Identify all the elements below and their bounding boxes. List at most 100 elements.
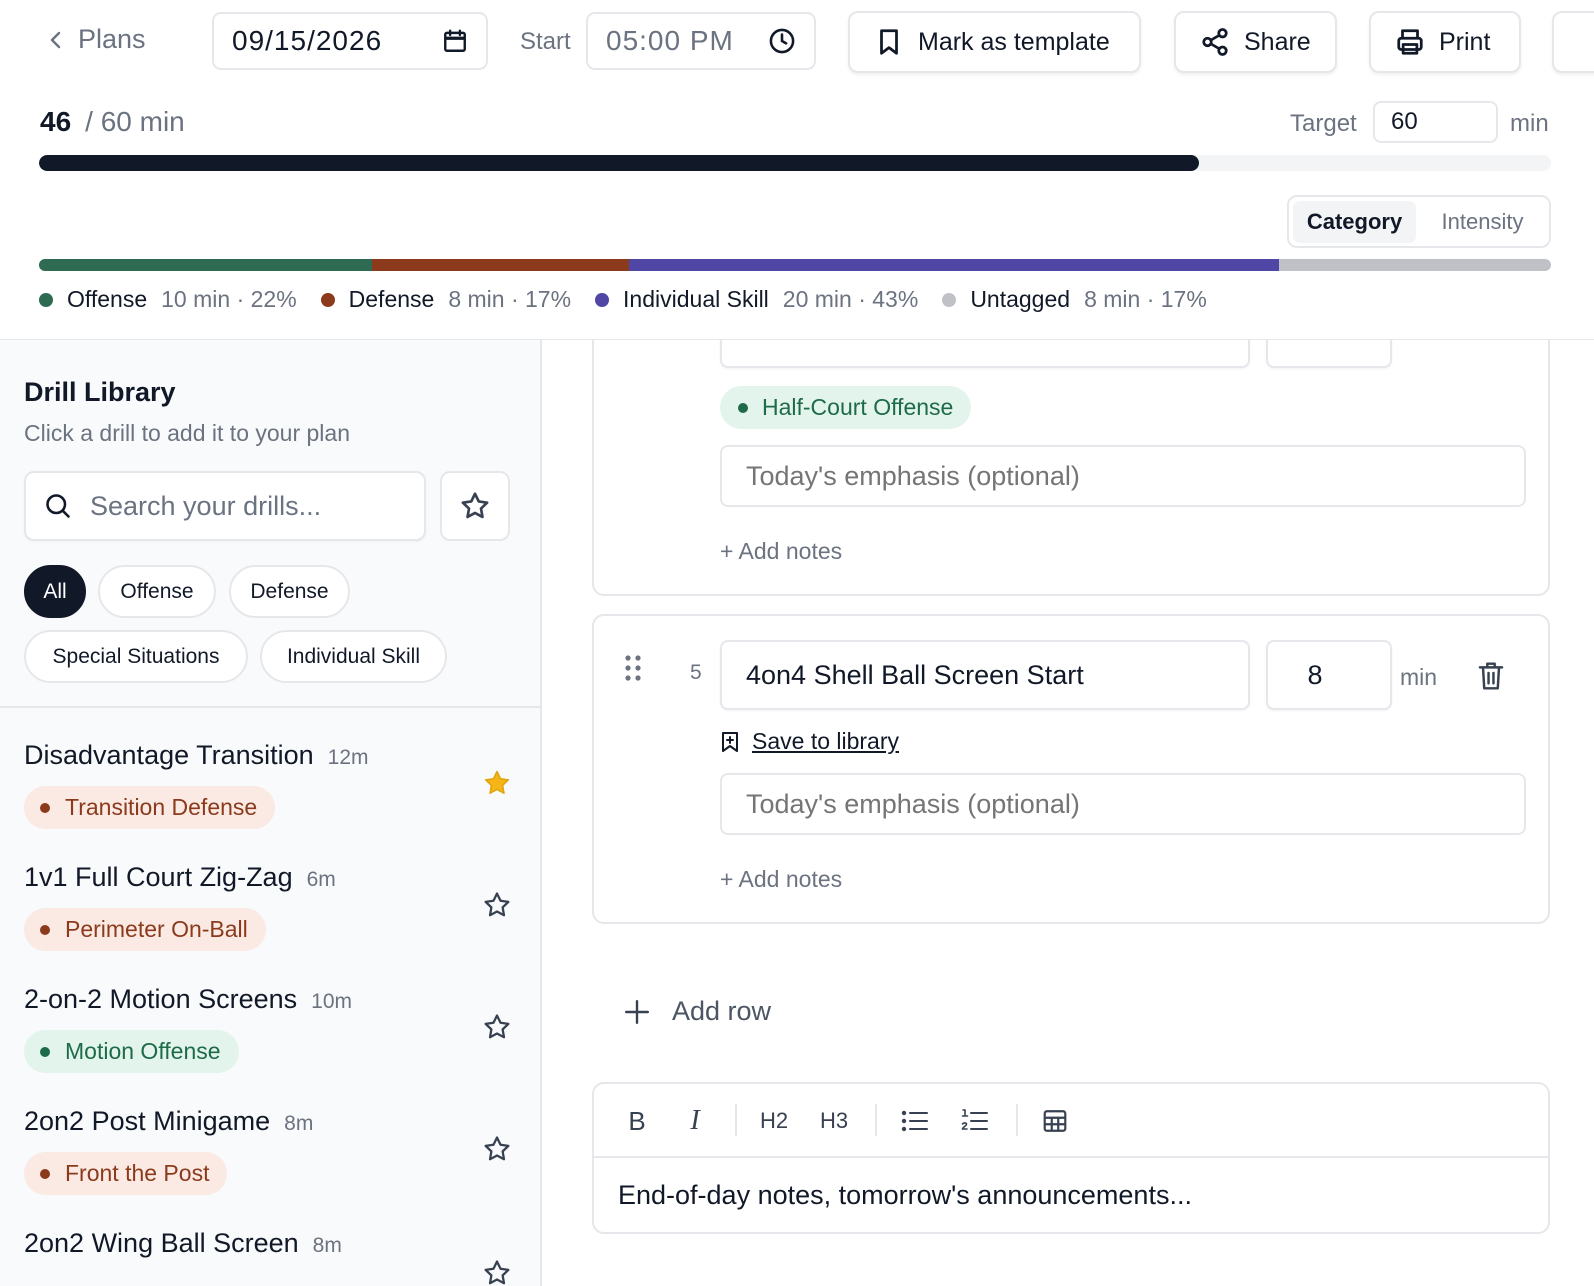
add-notes-link[interactable]: + Add notes	[720, 538, 842, 565]
legend-category-name: Defense	[348, 286, 435, 312]
plus-icon	[624, 999, 650, 1024]
top-bar: Plans 09/15/2026 Start 05:00 PM Mark as …	[0, 0, 1594, 84]
share-icon	[1202, 28, 1228, 56]
favorites-filter-button[interactable]	[440, 471, 510, 541]
heading-3-button[interactable]: H3	[818, 1104, 850, 1138]
drill-list-item[interactable]: Disadvantage Transition 12m Transition De…	[24, 740, 524, 850]
category-legend: Offense 10 min · 22% Defense 8 min · 17% Ind…	[39, 286, 1231, 313]
tag-dot	[40, 1046, 50, 1057]
plan-row-card: Half-Court Offense + Add notes	[592, 340, 1550, 596]
drill-tag-label: Transition Defense	[65, 794, 258, 820]
view-intensity-tab[interactable]: Intensity	[1420, 201, 1545, 243]
category-segment	[628, 259, 1279, 271]
drill-name-field[interactable]: 4on4 Shell Ball Screen Start	[720, 640, 1250, 710]
drill-name-field[interactable]	[720, 340, 1250, 368]
editor-toolbar: B I H2 H3	[594, 1084, 1548, 1158]
legend-category-detail: 8 min · 17%	[1084, 286, 1207, 312]
filter-chip-individual-skill[interactable]: Individual Skill	[260, 630, 447, 683]
legend-item: Defense 8 min · 17%	[320, 286, 571, 313]
heading-3-label: H3	[819, 1108, 849, 1133]
heading-2-label: H2	[759, 1108, 789, 1133]
star-outline-icon[interactable]	[482, 1134, 512, 1164]
current-minutes: 46	[40, 106, 72, 137]
drill-category-label: Half-Court Offense	[762, 394, 954, 420]
minutes-unit-label: min	[1400, 664, 1438, 690]
drill-list-item[interactable]: 1v1 Full Court Zig-Zag 6m Perimeter On-Ba…	[24, 862, 524, 972]
print-label: Print	[1439, 27, 1491, 56]
drill-minutes-value: 8	[1307, 659, 1323, 690]
filter-chip-offense[interactable]: Offense	[98, 565, 216, 618]
emphasis-input[interactable]	[720, 773, 1526, 835]
drag-handle-icon[interactable]	[624, 654, 642, 682]
add-row-button[interactable]: Add row	[624, 996, 771, 1027]
star-outline-icon	[461, 492, 489, 519]
drill-minutes-field[interactable]	[1266, 340, 1392, 368]
drill-name: 2on2 Post Minigame 8m	[24, 1106, 313, 1137]
insert-table-button[interactable]	[1040, 1104, 1070, 1138]
save-to-library-link[interactable]: Save to library	[720, 728, 899, 755]
calendar-icon[interactable]	[442, 28, 468, 54]
time-progress-fill	[39, 155, 1199, 171]
filter-chip-defense[interactable]: Defense	[229, 565, 350, 618]
tag-dot	[40, 802, 50, 813]
drill-duration: 12m	[327, 746, 369, 769]
more-button[interactable]	[1552, 11, 1594, 73]
trash-icon[interactable]	[1476, 660, 1506, 692]
star-filled-icon[interactable]	[482, 768, 512, 798]
drill-duration: 8m	[284, 1112, 314, 1135]
bookmark-plus-icon	[722, 731, 738, 752]
row-number: 5	[690, 661, 702, 684]
mark-as-template-label: Mark as template	[918, 27, 1110, 56]
legend-category-detail: 20 min · 43%	[782, 286, 919, 312]
drill-tag: Motion Offense	[24, 1030, 239, 1073]
editor-placeholder-text[interactable]: End-of-day notes, tomorrow's announcemen…	[618, 1180, 1192, 1211]
back-to-plans-link[interactable]: Plans	[44, 24, 146, 55]
star-outline-icon[interactable]	[482, 1258, 512, 1286]
drill-tag: Front the Post	[24, 1152, 228, 1195]
category-breakdown-bar	[39, 259, 1551, 271]
save-to-library-label: Save to library	[752, 728, 900, 754]
mark-as-template-button[interactable]: Mark as template	[848, 11, 1141, 73]
category-segment	[39, 259, 372, 271]
legend-category-name: Offense	[67, 286, 148, 312]
bold-button[interactable]: B	[622, 1104, 652, 1138]
share-button[interactable]: Share	[1174, 11, 1337, 73]
filter-chip-all[interactable]: All	[24, 565, 86, 618]
tag-dot	[40, 924, 50, 935]
filter-chip-special-situations[interactable]: Special Situations	[24, 630, 248, 683]
heading-2-button[interactable]: H2	[758, 1104, 790, 1138]
legend-category-name: Individual Skill	[623, 286, 769, 312]
printer-icon	[1397, 29, 1423, 55]
star-outline-icon[interactable]	[482, 1012, 512, 1042]
plan-row-card: 5 4on4 Shell Ball Screen Start 8 min Sav…	[592, 614, 1550, 924]
italic-button[interactable]: I	[680, 1104, 710, 1138]
print-button[interactable]: Print	[1369, 11, 1521, 73]
target-minutes-input[interactable]	[1373, 101, 1498, 143]
start-time-value: 05:00 PM	[606, 25, 734, 56]
drill-title: 1v1 Full Court Zig-Zag	[24, 862, 293, 892]
clock-icon[interactable]	[768, 27, 796, 55]
drill-tag: Perimeter On-Ball	[24, 908, 266, 951]
drill-list-item[interactable]: 2on2 Wing Ball Screen 8m	[24, 1228, 524, 1286]
add-notes-link[interactable]: + Add notes	[720, 866, 842, 893]
sidebar-divider	[0, 706, 540, 708]
drill-list-item[interactable]: 2-on-2 Motion Screens 10m Motion Offense	[24, 984, 524, 1094]
drill-library-subtitle: Click a drill to add it to your plan	[24, 420, 350, 446]
numbered-list-button[interactable]	[960, 1104, 990, 1138]
view-category-tab[interactable]: Category	[1293, 200, 1417, 243]
start-label: Start	[520, 28, 571, 55]
drill-list-item[interactable]: 2on2 Post Minigame 8m Front the Post	[24, 1106, 524, 1216]
drill-search-input[interactable]	[90, 490, 390, 522]
search-icon	[46, 494, 70, 518]
date-field[interactable]: 09/15/2026	[212, 12, 488, 70]
legend-dot	[320, 292, 335, 307]
bulleted-list-button[interactable]	[900, 1104, 930, 1138]
start-time-field[interactable]: 05:00 PM	[586, 12, 816, 70]
drill-tag: Transition Defense	[24, 786, 276, 829]
star-outline-icon[interactable]	[482, 890, 512, 920]
emphasis-input[interactable]	[720, 445, 1526, 507]
toolbar-separator	[735, 1104, 737, 1136]
chevron-left-icon	[50, 31, 61, 48]
drill-minutes-field[interactable]: 8	[1266, 640, 1392, 710]
toolbar-separator	[1016, 1104, 1018, 1136]
